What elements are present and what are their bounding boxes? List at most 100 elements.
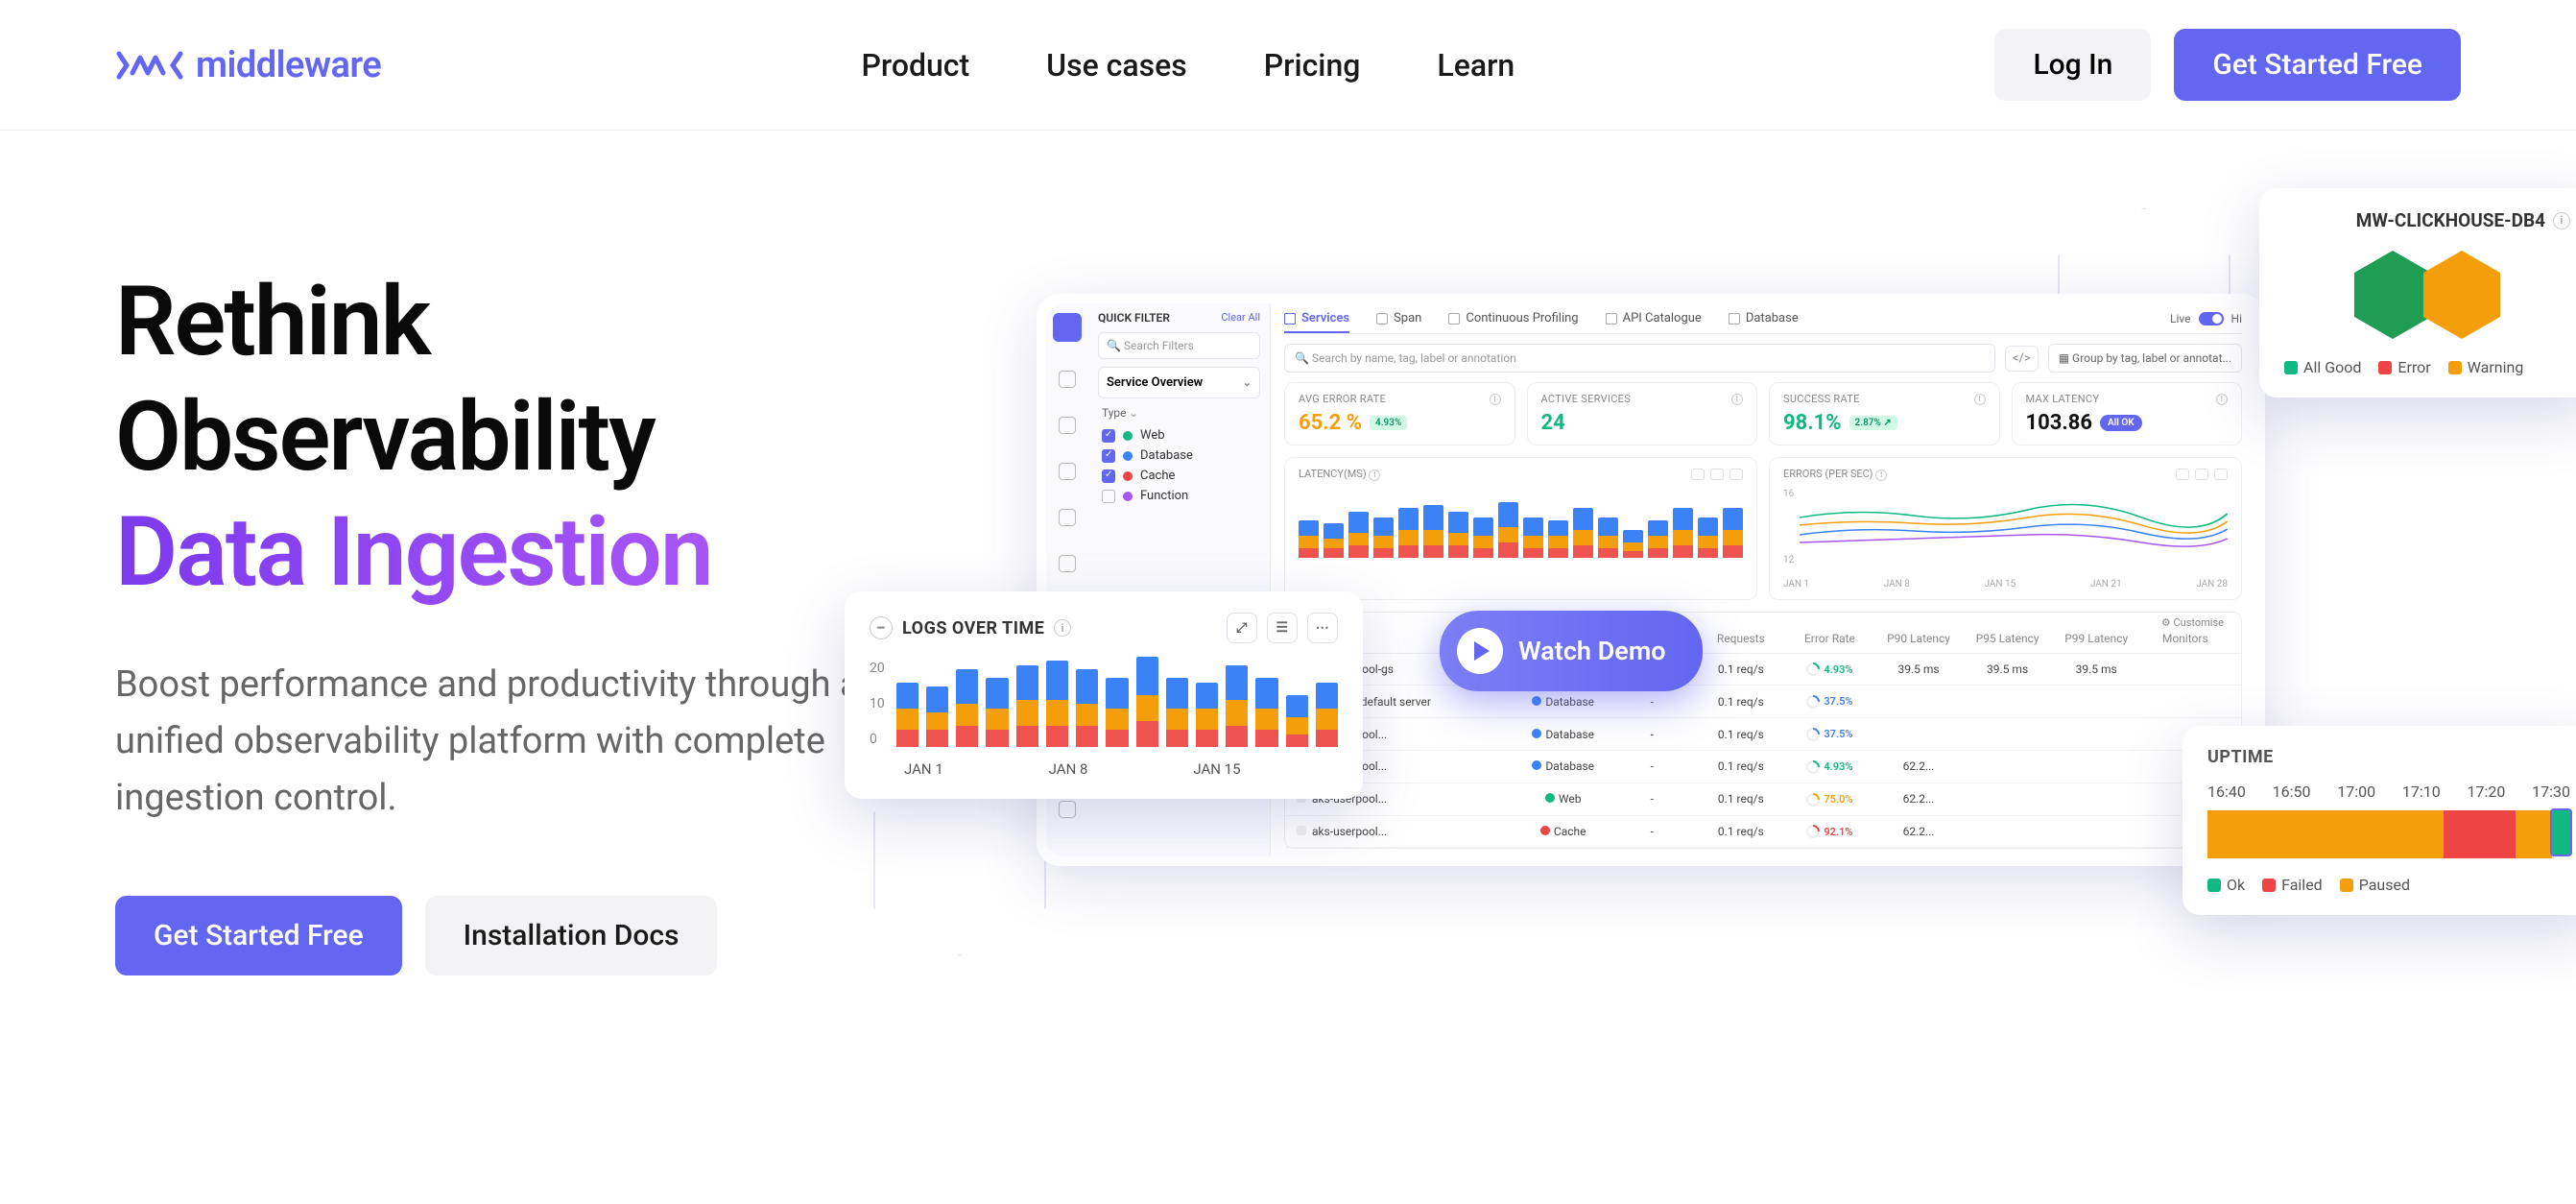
hexagon-icon	[2423, 251, 2500, 339]
errors-chart-card: ERRORS (PER SEC) i 1612	[1769, 457, 2242, 600]
bar	[1106, 678, 1128, 747]
login-button[interactable]: Log In	[1994, 29, 2151, 101]
table-row[interactable]: app-alert-default server Database - 0.1 …	[1285, 686, 2241, 718]
type-filter-item[interactable]: Cache	[1098, 466, 1260, 486]
hero-cta-secondary[interactable]: Installation Docs	[425, 896, 718, 975]
bar	[1523, 518, 1543, 558]
header-actions: Log In Get Started Free	[1994, 29, 2461, 101]
brand-logo[interactable]: middleware	[115, 44, 381, 86]
group-by-select[interactable]: ▦ Group by tag, label or annotat...	[2048, 344, 2242, 373]
nav-learn[interactable]: Learn	[1437, 47, 1515, 84]
type-filter-item[interactable]: Database	[1098, 445, 1260, 466]
bar	[1348, 512, 1369, 558]
bar	[956, 669, 978, 747]
customise-link[interactable]: ⚙ Customise	[2156, 616, 2230, 629]
bar	[1623, 530, 1643, 558]
time-label: 16:40	[2207, 783, 2246, 801]
rail-icon	[1059, 555, 1076, 572]
type-filter-item[interactable]: Web	[1098, 425, 1260, 445]
expand-icon[interactable]	[1691, 469, 1705, 480]
more-icon[interactable]: ⋯	[1307, 613, 1338, 643]
legend-item: Paused	[2340, 876, 2410, 894]
live-toggle[interactable]	[2199, 312, 2224, 325]
services-table: total ⚙ Customise Type Last Deploy Reque…	[1284, 612, 2242, 850]
service-overview-select[interactable]: Service Overview⌄	[1098, 367, 1260, 398]
code-icon[interactable]: </>	[2005, 346, 2039, 372]
tab-services[interactable]: Services	[1284, 311, 1349, 333]
hero-cta-primary[interactable]: Get Started Free	[115, 896, 402, 975]
hero-line1: Rethink	[115, 266, 429, 378]
main-search-input[interactable]: 🔍 Search by name, tag, label or annotati…	[1284, 344, 1995, 373]
hero-cta-row: Get Started Free Installation Docs	[115, 896, 941, 975]
nav-product[interactable]: Product	[861, 47, 969, 84]
type-filter-item[interactable]: Function	[1098, 486, 1260, 506]
rail-gear-icon	[1059, 801, 1076, 818]
site-header: middleware Product Use cases Pricing Lea…	[0, 0, 2576, 131]
tab-api[interactable]: API Catalogue	[1606, 311, 1702, 325]
bar	[896, 683, 918, 748]
watch-demo-button[interactable]: Watch Demo	[1440, 611, 1703, 691]
rail-icon	[1059, 417, 1076, 434]
clear-all-link[interactable]: Clear All	[1221, 311, 1260, 325]
nav-pricing[interactable]: Pricing	[1264, 47, 1361, 84]
info-icon: i	[1731, 394, 1743, 405]
bar	[1648, 520, 1668, 557]
more-icon[interactable]	[2214, 469, 2228, 480]
info-icon: i	[2216, 394, 2228, 405]
status-title: MW-CLICKHOUSE-DB4	[2356, 209, 2545, 231]
bar	[1046, 661, 1068, 747]
tab-span[interactable]: Span	[1376, 311, 1421, 325]
hero-line2: Observability	[115, 381, 655, 494]
filter-icon[interactable]: ☰	[1267, 613, 1298, 643]
tab-profiling[interactable]: Continuous Profiling	[1448, 311, 1578, 325]
bar	[1698, 518, 1718, 558]
bar	[986, 678, 1008, 747]
legend-item: All Good	[2284, 358, 2361, 376]
hero-subtitle: Boost performance and productivity throu…	[115, 657, 941, 827]
logs-title: LOGS OVER TIME	[902, 618, 1044, 638]
legend-item: Error	[2378, 358, 2430, 376]
filter-icon[interactable]	[1710, 469, 1724, 480]
bar	[1423, 505, 1443, 557]
bar	[1723, 508, 1743, 557]
info-icon: i	[1054, 619, 1071, 637]
logo-mark-icon	[115, 46, 184, 84]
legend-item: Failed	[2262, 876, 2323, 894]
metric-card: ACTIVE SERVICESi 24	[1527, 382, 1758, 445]
bar	[1016, 665, 1038, 748]
filter-icon[interactable]	[2195, 469, 2208, 480]
chevron-down-icon: ⌄	[1243, 376, 1252, 389]
more-icon[interactable]	[1729, 469, 1743, 480]
table-row[interactable]: aks-userpool... Cache - 0.1 req/s 92.1% …	[1285, 816, 2241, 849]
hero-heading: Rethink Observability Data Ingestion	[115, 265, 941, 611]
bar	[1324, 523, 1344, 557]
table-row[interactable]: aks-userpool-gs Web - 0.1 req/s 4.93% 39…	[1285, 654, 2241, 686]
metrics-row: AVG ERROR RATEi 65.2 %4.93% ACTIVE SERVI…	[1284, 382, 2242, 445]
uptime-bar-chart	[2207, 810, 2570, 858]
sidebar-search[interactable]: 🔍 Search Filters	[1098, 332, 1260, 359]
table-row[interactable]: aks-userpool... Database - 0.1 req/s 37.…	[1285, 718, 2241, 751]
expand-icon[interactable]	[2176, 469, 2189, 480]
bar	[1498, 502, 1518, 558]
collapse-icon[interactable]: −	[870, 616, 893, 639]
bar	[1076, 669, 1098, 747]
uptime-title: UPTIME	[2207, 747, 2570, 767]
hero-section: Rethink Observability Data Ingestion Boo…	[0, 131, 2576, 975]
legend-item: Warning	[2448, 358, 2524, 376]
info-icon: i	[1369, 470, 1380, 481]
table-row[interactable]: aks-userpool... Web - 0.1 req/s 75.0% 62…	[1285, 783, 2241, 816]
nav-usecases[interactable]: Use cases	[1046, 47, 1187, 84]
expand-icon[interactable]: ⤢	[1227, 613, 1257, 643]
brand-name: middleware	[196, 44, 381, 86]
table-row[interactable]: aks-userpool... Database - 0.1 req/s 4.9…	[1285, 751, 2241, 783]
time-label: 17:10	[2402, 783, 2441, 801]
latency-chart-card: LATENCY(MS) i	[1284, 457, 1757, 600]
rail-logo-icon	[1053, 313, 1082, 342]
header-cta-button[interactable]: Get Started Free	[2174, 29, 2461, 101]
type-group-label: Type ⌄	[1102, 406, 1260, 420]
live-label: Live	[2170, 312, 2190, 325]
logs-card: − LOGS OVER TIME i ⤢ ☰ ⋯ 20100	[845, 591, 1363, 799]
bar	[1316, 683, 1338, 748]
tab-database[interactable]: Database	[1729, 311, 1799, 325]
metric-card: SUCCESS RATEi 98.1%2.87% ↗	[1769, 382, 2000, 445]
